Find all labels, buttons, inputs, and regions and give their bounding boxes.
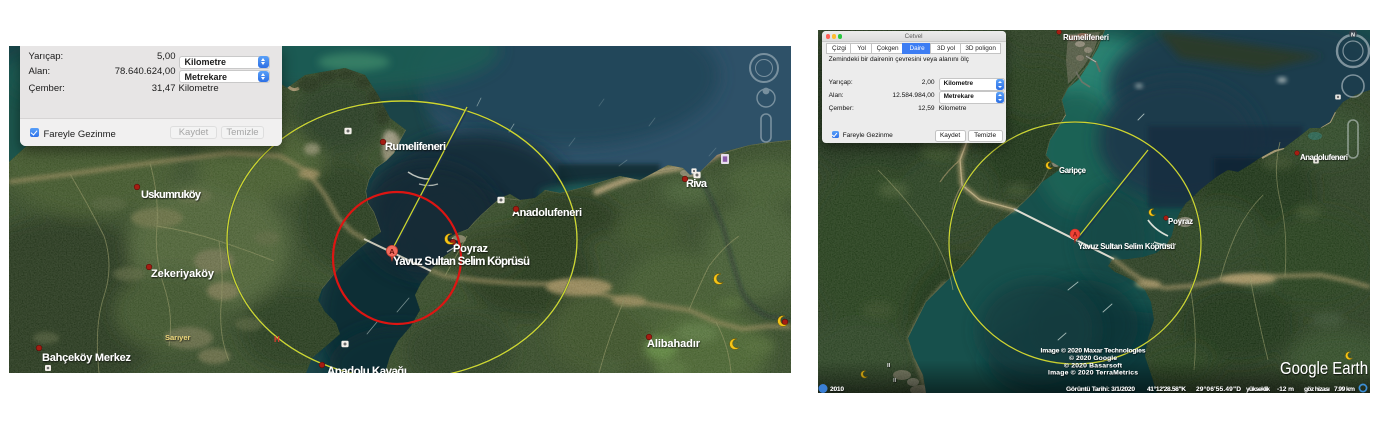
- svg-text:© 2020 Google: © 2020 Google: [1069, 354, 1117, 362]
- svg-text:Sarıyer: Sarıyer: [165, 333, 191, 342]
- svg-text:N: N: [1351, 32, 1355, 38]
- svg-text:Riva: Riva: [686, 178, 708, 190]
- svg-text:A: A: [1073, 232, 1078, 238]
- svg-text:göz hizası: göz hizası: [1304, 386, 1330, 393]
- svg-text:29°06'55.49"D: 29°06'55.49"D: [1196, 385, 1241, 393]
- svg-text:Image © 2020 Maxar Technologie: Image © 2020 Maxar Technologies: [1041, 347, 1146, 355]
- svg-text:Garipçe: Garipçe: [1059, 166, 1087, 175]
- svg-text:Alibahadır: Alibahadır: [647, 338, 701, 350]
- svg-text:2010: 2010: [830, 386, 844, 393]
- svg-text:Anadolu Kavağı: Anadolu Kavağı: [327, 366, 407, 373]
- svg-text:Yavuz Sultan Selim Köprüsü: Yavuz Sultan Selim Köprüsü: [393, 256, 530, 268]
- svg-text:7.99 km: 7.99 km: [1334, 386, 1355, 393]
- svg-text:Görüntü Tarihi: 3/1/2020: Görüntü Tarihi: 3/1/2020: [1066, 386, 1135, 393]
- svg-text:41°12'28.58"K: 41°12'28.58"K: [1147, 385, 1186, 393]
- svg-text:yükseklik: yükseklik: [1246, 386, 1270, 393]
- svg-text:H: H: [274, 335, 280, 344]
- svg-text:Poyraz: Poyraz: [453, 243, 489, 255]
- svg-text:Rumelifeneri: Rumelifeneri: [1063, 33, 1109, 42]
- svg-text:Anadolufeneri: Anadolufeneri: [1300, 153, 1348, 162]
- svg-text:Uskumruköy: Uskumruköy: [141, 189, 202, 201]
- svg-text:© 2020 Basarsoft: © 2020 Basarsoft: [1064, 362, 1123, 370]
- svg-text:Anadolufeneri: Anadolufeneri: [512, 207, 582, 219]
- svg-text:Poyraz: Poyraz: [1168, 217, 1193, 226]
- svg-text:-12 m: -12 m: [1277, 386, 1294, 393]
- svg-text:Yavuz Sultan Selim Köprüsü: Yavuz Sultan Selim Köprüsü: [1078, 242, 1175, 251]
- svg-text:Google Earth: Google Earth: [1280, 358, 1368, 378]
- svg-text:Rumelifeneri: Rumelifeneri: [385, 141, 446, 153]
- svg-text:Image © 2020 TerraMetrics: Image © 2020 TerraMetrics: [1048, 369, 1138, 377]
- svg-text:Zekeriyaköy: Zekeriyaköy: [151, 268, 215, 280]
- svg-text:Bahçeköy Merkez: Bahçeköy Merkez: [42, 352, 132, 364]
- svg-text:A: A: [389, 247, 395, 256]
